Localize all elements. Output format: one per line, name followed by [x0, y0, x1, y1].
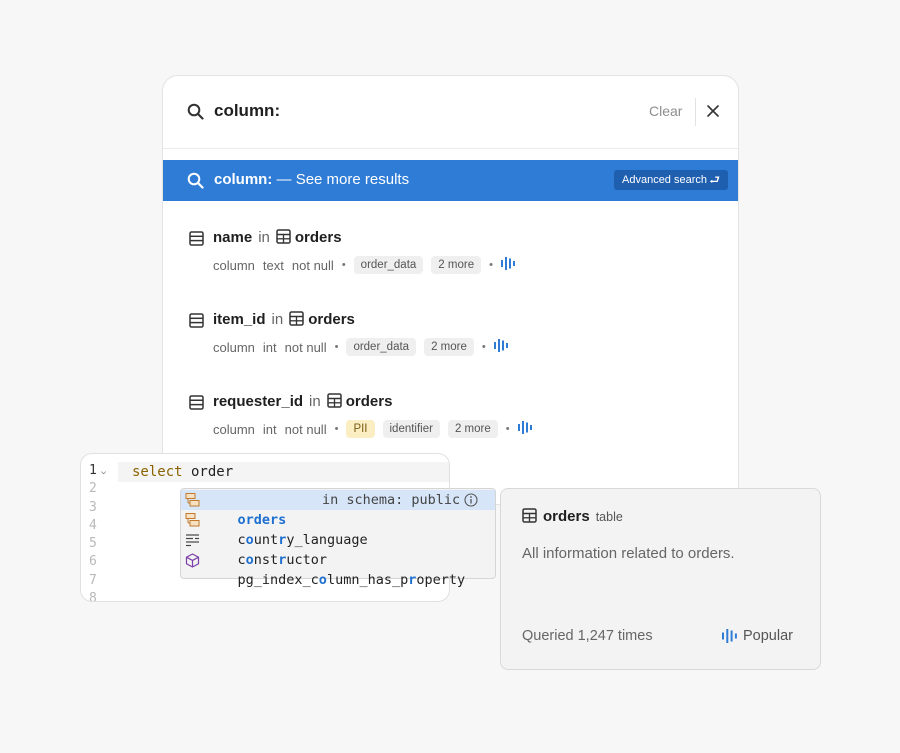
result-title: item_id in orders	[213, 311, 355, 330]
result-item[interactable]: requester_id in orders column int not null…	[163, 374, 738, 444]
fold-chevron-icon[interactable]: ⌵	[101, 467, 106, 477]
autocomplete-item-pg-index[interactable]: pg_index_column_has_property	[181, 550, 495, 588]
table-name: orders	[345, 393, 393, 410]
query-count: Queried 1,247 times	[522, 628, 653, 644]
table-icon	[522, 508, 537, 527]
result-meta: column int not null • order_data 2 more …	[213, 338, 516, 356]
pii-tag[interactable]: PII	[346, 420, 375, 438]
card-title: orders table	[522, 508, 623, 527]
tag[interactable]: order_data	[346, 338, 417, 356]
autocomplete-item-constructor[interactable]: constructor	[181, 530, 495, 568]
popularity-icon	[500, 257, 515, 273]
result-title: name in orders	[213, 229, 342, 248]
result-item[interactable]: name in orders column text not null • orde…	[163, 210, 738, 280]
column-name: item_id	[213, 311, 266, 328]
cube-icon	[185, 553, 200, 574]
clear-button[interactable]: Clear	[649, 103, 682, 119]
table-name: orders	[308, 311, 355, 328]
more-tags[interactable]: 2 more	[447, 420, 498, 438]
autocomplete-popup: orders in schema: public country_language…	[180, 488, 496, 588]
search-icon	[187, 103, 204, 125]
search-input[interactable]: column:	[214, 101, 280, 121]
table-info-card: orders table All information related to o…	[500, 488, 821, 670]
result-title: requester_id in orders	[213, 393, 393, 412]
column-icon	[189, 231, 204, 251]
close-icon[interactable]	[705, 103, 721, 124]
column-icon	[189, 395, 204, 415]
return-key-icon: ⮐	[709, 173, 720, 187]
column-icon	[189, 313, 204, 333]
line-number-gutter: 1 ⌵ 2 3 4 5 6 7 8	[89, 463, 107, 602]
card-object-type: table	[595, 510, 623, 524]
see-more-label: column: — See more results	[214, 171, 410, 188]
tag[interactable]: order_data	[353, 256, 424, 274]
column-name: name	[213, 229, 253, 246]
see-more-results-row[interactable]: column: — See more results Advanced sear…	[163, 160, 738, 201]
column-name: requester_id	[213, 393, 304, 410]
search-icon	[187, 172, 204, 194]
result-meta: column text not null • order_data 2 more…	[213, 256, 523, 274]
tag[interactable]: identifier	[382, 420, 440, 438]
autocomplete-item-orders[interactable]: orders in schema: public	[181, 490, 495, 528]
sql-keyword: select	[132, 464, 183, 480]
advanced-search-button[interactable]: Advanced search ⮐	[614, 170, 728, 190]
search-panel: column: Clear column: — See more results…	[162, 75, 739, 505]
divider	[695, 98, 696, 126]
autocomplete-item-country-language[interactable]: country_language	[181, 510, 495, 548]
result-meta: column int not null • PII identifier 2 m…	[213, 420, 540, 438]
more-tags[interactable]: 2 more	[431, 256, 482, 274]
result-item[interactable]: item_id in orders column int not null • or…	[163, 292, 738, 362]
code-line[interactable]: select order	[132, 462, 233, 482]
card-table-name[interactable]: orders	[543, 508, 590, 525]
popular-badge: Popular	[722, 628, 793, 647]
popularity-icon	[517, 421, 532, 437]
table-name: orders	[294, 229, 342, 246]
popularity-icon	[722, 629, 737, 647]
search-bar[interactable]: column: Clear	[163, 76, 738, 149]
popularity-icon	[493, 339, 508, 355]
more-tags[interactable]: 2 more	[424, 338, 474, 356]
card-description: All information related to orders.	[522, 545, 735, 562]
table-icon	[289, 311, 304, 330]
table-icon	[276, 229, 291, 248]
table-icon	[326, 393, 342, 412]
